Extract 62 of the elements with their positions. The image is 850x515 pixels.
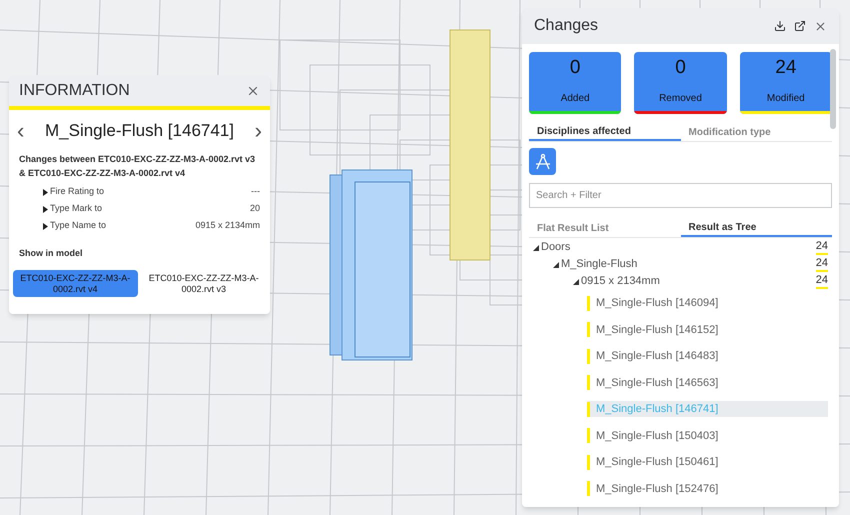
compass-icon xyxy=(534,152,552,170)
tab[interactable]: Flat Result List xyxy=(529,220,680,237)
expand-triangle-icon[interactable] xyxy=(43,222,48,230)
tab[interactable]: Modification type xyxy=(680,124,832,141)
property-value: 20 xyxy=(250,202,260,216)
version-button[interactable]: ETC010-EXC-ZZ-ZZ-M3-A-0002.rvt v4 xyxy=(13,270,138,297)
version-button[interactable]: ETC010-EXC-ZZ-ZZ-M3-A-0002.rvt v3 xyxy=(142,270,266,297)
external-link-icon[interactable] xyxy=(794,20,806,32)
stat-count: 0 xyxy=(675,56,686,80)
tab[interactable]: Disciplines affected xyxy=(529,124,680,141)
property-value: --- xyxy=(251,185,260,198)
stat-card[interactable]: 0 Added xyxy=(529,52,622,114)
tree-count: 24 xyxy=(816,257,828,272)
architecture-discipline-button[interactable] xyxy=(529,148,556,175)
stat-count: 24 xyxy=(775,56,796,80)
stat-label: Removed xyxy=(659,92,702,106)
change-summary: Changes between ETC010-EXC-ZZ-ZZ-M3-A-0002.rvt v3 & ETC010-EXC-ZZ-ZZ-M3-A-0002.rvt v4 xyxy=(18,152,256,180)
tree-node-label[interactable]: 0915 x 2134mm xyxy=(581,273,816,290)
panel-title: INFORMATION xyxy=(19,80,131,100)
property-label: Type Mark to xyxy=(50,202,104,216)
stat-card[interactable]: 0 Removed xyxy=(634,52,727,114)
tree-item[interactable]: M_Single-Flush [146094] xyxy=(587,295,828,312)
change-marker-icon xyxy=(587,322,590,338)
next-arrow[interactable]: › xyxy=(254,120,262,142)
expand-triangle-icon[interactable] xyxy=(43,188,48,196)
change-marker-icon xyxy=(587,481,590,496)
download-icon[interactable] xyxy=(774,20,786,32)
tab[interactable]: Result as Tree xyxy=(680,220,832,237)
search-field[interactable]: Search + Filter xyxy=(529,183,832,208)
tree-node-label[interactable]: Doors xyxy=(541,239,816,256)
panel-title: Changes xyxy=(534,16,600,36)
tree-item[interactable]: M_Single-Flush [152476] xyxy=(587,480,828,497)
change-marker-icon xyxy=(587,454,590,470)
stat-card[interactable]: 24 Modified xyxy=(740,52,832,114)
previous-arrow[interactable]: ‹ xyxy=(17,120,24,142)
element-heading: M_Single-Flush [146741] xyxy=(44,120,235,142)
tree-item[interactable]: M_Single-Flush [146152] xyxy=(587,322,828,338)
scrollbar-thumb[interactable] xyxy=(830,49,836,129)
tree-item[interactable]: M_Single-Flush [150403] xyxy=(587,428,828,444)
stat-label: Added xyxy=(560,92,590,106)
expand-triangle-icon[interactable] xyxy=(43,206,48,212)
stat-label: Modified xyxy=(766,92,805,106)
tree-count: 24 xyxy=(816,240,828,255)
change-marker-icon xyxy=(587,402,590,417)
change-marker-icon xyxy=(587,375,590,390)
tree-item[interactable]: M_Single-Flush [150461] xyxy=(587,454,828,470)
tree-count: 24 xyxy=(816,274,828,289)
property-label: Fire Rating to xyxy=(50,185,106,198)
change-marker-icon xyxy=(587,428,590,444)
change-marker-icon xyxy=(587,348,590,364)
property-value: 0915 x 2134mm xyxy=(195,219,260,232)
property-label: Type Name to xyxy=(50,219,108,232)
tree-item[interactable]: M_Single-Flush [146563] xyxy=(587,374,828,391)
change-marker-icon xyxy=(587,296,590,311)
tree-item[interactable]: M_Single-Flush [146483] xyxy=(587,348,828,364)
close-icon[interactable] xyxy=(814,20,827,32)
expand-triangle-icon[interactable] xyxy=(573,278,579,284)
stat-count: 0 xyxy=(570,56,580,80)
tree-node-label[interactable]: M_Single-Flush xyxy=(561,256,816,273)
section-label: Show in model xyxy=(18,246,84,260)
expand-triangle-icon[interactable] xyxy=(553,262,559,268)
expand-triangle-icon[interactable] xyxy=(533,244,539,250)
